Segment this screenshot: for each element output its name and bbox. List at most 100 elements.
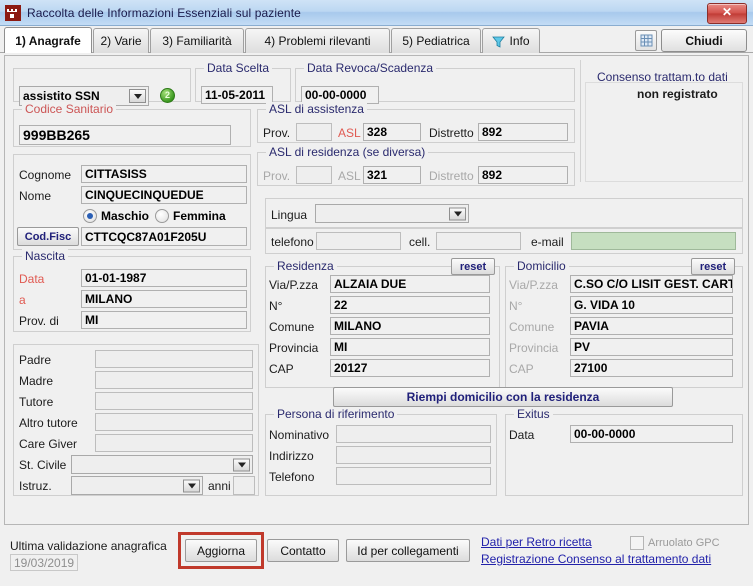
link-registrazione-consenso[interactable]: Registrazione Consenso al trattamento da… bbox=[481, 552, 711, 566]
title-bar: Raccolta delle Informazioni Essenziali s… bbox=[0, 0, 753, 26]
asl-assistenza-asl-label: ASL bbox=[338, 126, 361, 140]
st-civile-label: St. Civile bbox=[19, 458, 67, 472]
riempi-domicilio-button[interactable]: Riempi domicilio con la residenza bbox=[333, 387, 673, 407]
care-giver-field[interactable] bbox=[95, 434, 253, 452]
funnel-icon bbox=[492, 35, 506, 48]
link-dati-retro-ricetta[interactable]: Dati per Retro ricetta bbox=[481, 535, 592, 549]
chevron-down-icon[interactable] bbox=[183, 479, 200, 492]
consenso-group bbox=[585, 82, 743, 182]
st-civile-combo[interactable] bbox=[71, 455, 253, 474]
asl-assistenza-prov-field[interactable] bbox=[296, 123, 332, 141]
asl-residenza-asl-label: ASL bbox=[338, 169, 361, 183]
residenza-cap-label: CAP bbox=[269, 362, 294, 376]
tab-label: 3) Familiarità bbox=[162, 34, 232, 48]
domicilio-via-field[interactable]: C.SO C/O LISIT GEST. CARTE bbox=[570, 275, 733, 293]
domicilio-reset-button[interactable]: reset bbox=[691, 258, 735, 275]
radio-femmina[interactable]: Femmina bbox=[155, 209, 226, 223]
domicilio-comune-field[interactable]: PAVIA bbox=[570, 317, 733, 335]
nascita-data-field[interactable]: 01-01-1987 bbox=[81, 269, 247, 287]
residenza-cap-field[interactable]: 20127 bbox=[330, 359, 490, 377]
residenza-comune-field[interactable]: MILANO bbox=[330, 317, 490, 335]
tab-pediatrica[interactable]: 5) Pediatrica bbox=[391, 28, 481, 53]
residenza-reset-button[interactable]: reset bbox=[451, 258, 495, 275]
application-window: Raccolta delle Informazioni Essenziali s… bbox=[0, 0, 753, 586]
close-window-button[interactable]: ✕ bbox=[707, 3, 747, 24]
codice-sanitario-field[interactable]: 999BB265 bbox=[19, 125, 231, 145]
madre-field[interactable] bbox=[95, 371, 253, 389]
domicilio-cap-field[interactable]: 27100 bbox=[570, 359, 733, 377]
help-badge-icon[interactable]: 2 bbox=[160, 88, 175, 103]
ultima-validazione-label: Ultima validazione anagrafica bbox=[10, 539, 167, 553]
indirizzo-field[interactable] bbox=[336, 446, 491, 464]
domicilio-title: Domicilio bbox=[514, 259, 569, 273]
nominativo-field[interactable] bbox=[336, 425, 491, 443]
nascita-prov-field[interactable]: MI bbox=[81, 311, 247, 329]
lingua-label: Lingua bbox=[271, 208, 308, 222]
residenza-comune-label: Comune bbox=[269, 320, 315, 334]
window-title: Raccolta delle Informazioni Essenziali s… bbox=[27, 5, 301, 20]
data-scelta-field[interactable]: 11-05-2011 bbox=[201, 86, 273, 104]
anagrafe-panel: assistito SSN 2 Data Scelta 11-05-2011 D… bbox=[4, 55, 749, 525]
id-collegamenti-button[interactable]: Id per collegamenti bbox=[346, 539, 470, 562]
lingua-combo[interactable] bbox=[315, 204, 469, 223]
tab-info[interactable]: Info bbox=[482, 28, 540, 53]
email-field[interactable] bbox=[571, 232, 736, 250]
tab-problemi-rilevanti[interactable]: 4) Problemi rilevanti bbox=[245, 28, 390, 53]
nome-field[interactable]: CINQUECINQUEDUE bbox=[81, 186, 247, 204]
tutore-field[interactable] bbox=[95, 392, 253, 410]
grid-icon bbox=[640, 34, 652, 47]
tab-varie[interactable]: 2) Varie bbox=[93, 28, 149, 53]
care-giver-label: Care Giver bbox=[19, 437, 78, 451]
email-label: e-mail bbox=[531, 235, 564, 249]
residenza-provincia-field[interactable]: MI bbox=[330, 338, 490, 356]
nascita-luogo-field[interactable]: MILANO bbox=[81, 290, 247, 308]
residenza-numero-field[interactable]: 22 bbox=[330, 296, 490, 314]
nome-label: Nome bbox=[19, 189, 52, 203]
radio-maschio[interactable]: Maschio bbox=[83, 209, 149, 223]
istruz-label: Istruz. bbox=[19, 479, 52, 493]
codfisc-field[interactable]: CTTCQC87A01F205U bbox=[81, 227, 247, 246]
chevron-down-icon[interactable] bbox=[233, 458, 250, 471]
chiudi-button[interactable]: Chiudi bbox=[661, 29, 747, 52]
persona-riferimento-title: Persona di riferimento bbox=[274, 407, 398, 421]
cognome-field[interactable]: CITTASISS bbox=[81, 165, 247, 183]
tab-anagrafe[interactable]: 1) Anagrafe bbox=[4, 27, 92, 53]
grid-icon-button[interactable] bbox=[635, 30, 657, 51]
asl-assistenza-asl-field[interactable]: 328 bbox=[363, 123, 421, 141]
arruolato-gpc-checkbox[interactable]: Arruolato GPC bbox=[630, 536, 720, 550]
domicilio-provincia-label: Provincia bbox=[509, 341, 559, 355]
asl-residenza-distretto-label: Distretto bbox=[429, 169, 474, 183]
altro-tutore-field[interactable] bbox=[95, 413, 253, 431]
padre-field[interactable] bbox=[95, 350, 253, 368]
tab-familiarita[interactable]: 3) Familiarità bbox=[150, 28, 244, 53]
domicilio-provincia-field[interactable]: PV bbox=[570, 338, 733, 356]
contatto-button[interactable]: Contatto bbox=[267, 539, 339, 562]
istruz-combo[interactable] bbox=[71, 476, 203, 495]
asl-residenza-asl-field[interactable]: 321 bbox=[363, 166, 421, 184]
arruolato-gpc-label: Arruolato GPC bbox=[648, 537, 720, 549]
asl-assistenza-distretto-field[interactable]: 892 bbox=[478, 123, 568, 141]
domicilio-cap-label: CAP bbox=[509, 362, 534, 376]
aggiorna-button[interactable]: Aggiorna bbox=[185, 539, 257, 562]
domicilio-numero-field[interactable]: G. VIDA 10 bbox=[570, 296, 733, 314]
exitus-title: Exitus bbox=[514, 407, 553, 421]
chevron-down-icon[interactable] bbox=[449, 207, 466, 220]
telefono-field[interactable] bbox=[316, 232, 401, 250]
persona-telefono-field[interactable] bbox=[336, 467, 491, 485]
tab-label: 4) Problemi rilevanti bbox=[264, 34, 371, 48]
residenza-via-field[interactable]: ALZAIA DUE bbox=[330, 275, 490, 293]
exitus-data-field[interactable]: 00-00-0000 bbox=[570, 425, 733, 443]
nascita-data-label: Data bbox=[19, 272, 45, 286]
anni-field[interactable] bbox=[233, 476, 255, 495]
nascita-title: Nascita bbox=[22, 249, 69, 263]
asl-residenza-prov-field[interactable] bbox=[296, 166, 332, 184]
codfisc-button[interactable]: Cod.Fisc bbox=[17, 227, 79, 246]
domicilio-numero-label: N° bbox=[509, 299, 523, 313]
checkbox-icon bbox=[630, 536, 644, 550]
asl-residenza-distretto-field[interactable]: 892 bbox=[478, 166, 568, 184]
radio-dot-icon bbox=[155, 209, 169, 223]
asl-assistenza-prov-label: Prov. bbox=[263, 126, 291, 140]
chevron-down-icon[interactable] bbox=[129, 89, 146, 103]
ultima-validazione-date: 19/03/2019 bbox=[10, 554, 78, 571]
cell-field[interactable] bbox=[436, 232, 521, 250]
